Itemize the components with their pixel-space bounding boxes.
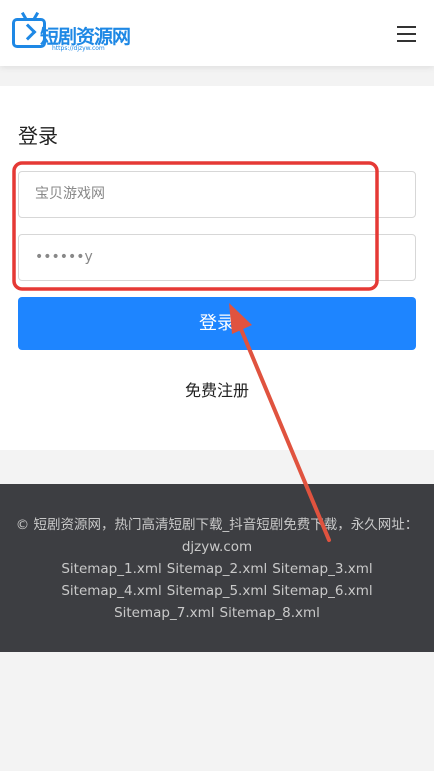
hamburger-menu-icon[interactable] — [397, 24, 416, 44]
login-button[interactable]: 登录 — [18, 297, 416, 350]
sitemap-link[interactable]: Sitemap_4.xml — [61, 583, 161, 599]
footer-copyright: © 短剧资源网，热门高清短剧下载_抖音短剧免费下载，永久网址：djzyw.com — [15, 517, 419, 555]
register-link[interactable]: 免费注册 — [0, 377, 434, 401]
sitemap-link[interactable]: Sitemap_1.xml — [61, 561, 161, 577]
site-header: 短剧资源网 https://djzyw.com — [0, 0, 434, 66]
sitemap-link[interactable]: Sitemap_5.xml — [167, 583, 267, 599]
sitemap-row: Sitemap_1.xml Sitemap_2.xml Sitemap_3.xml — [0, 558, 434, 580]
sitemap-link[interactable]: Sitemap_7.xml — [114, 605, 214, 621]
sitemap-link[interactable]: Sitemap_2.xml — [167, 561, 267, 577]
sitemap-link[interactable]: Sitemap_3.xml — [272, 561, 372, 577]
logo-subtext: https://djzyw.com — [52, 45, 105, 52]
username-input[interactable]: 宝贝游戏网 — [18, 171, 416, 218]
sitemap-link[interactable]: Sitemap_6.xml — [272, 583, 372, 599]
site-footer: © 短剧资源网，热门高清短剧下载_抖音短剧免费下载，永久网址：djzyw.com… — [0, 484, 434, 652]
sitemap-row: Sitemap_7.xml Sitemap_8.xml — [0, 602, 434, 624]
site-logo[interactable]: 短剧资源网 https://djzyw.com — [12, 14, 134, 56]
page-title: 登录 — [18, 124, 58, 148]
sitemap-row: Sitemap_4.xml Sitemap_5.xml Sitemap_6.xml — [0, 580, 434, 602]
password-input[interactable]: ••••••y — [18, 234, 416, 281]
sitemap-link[interactable]: Sitemap_8.xml — [220, 605, 320, 621]
